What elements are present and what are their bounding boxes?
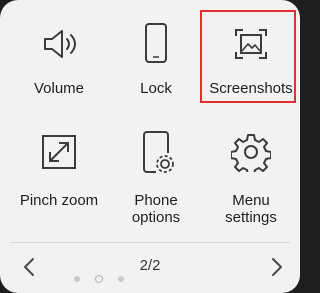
page-dot-active [95,275,103,283]
pinch-zoom-icon [42,135,76,169]
page-indicator-text: 2/2 [139,257,161,274]
page-dot [74,276,80,282]
gear-icon [231,134,271,172]
pinch-zoom-label: Pinch zoom [19,192,99,209]
phone-settings-icon [143,131,174,173]
previous-page-button[interactable] [16,253,44,281]
pinch-zoom-button[interactable]: Pinch zoom [10,124,108,234]
volume-label: Volume [33,80,85,97]
volume-button[interactable]: Volume [10,14,108,104]
phone-lock-icon [145,23,167,63]
lock-button[interactable]: Lock [107,14,205,104]
lock-label: Lock [140,80,172,97]
screenshot-icon [235,29,267,59]
screenshots-label: Screenshots [209,80,293,97]
pager: 2/2 [0,243,300,293]
phone-options-label-line1: Phone [134,192,178,209]
page-dot [118,276,124,282]
accessibility-menu-panel: Volume Lock Screenshots Pinch zoom Phone… [0,0,300,293]
next-page-button[interactable] [262,253,290,281]
menu-settings-label-line1: Menu [232,192,270,209]
page-dots [70,274,130,284]
phone-options-button[interactable]: Phone options [107,124,205,234]
menu-settings-button[interactable]: Menu settings [202,124,300,234]
phone-options-label-line2: options [131,209,181,226]
volume-icon [44,30,76,58]
screenshots-button[interactable]: Screenshots [202,14,300,104]
menu-settings-label-line2: settings [225,209,277,226]
